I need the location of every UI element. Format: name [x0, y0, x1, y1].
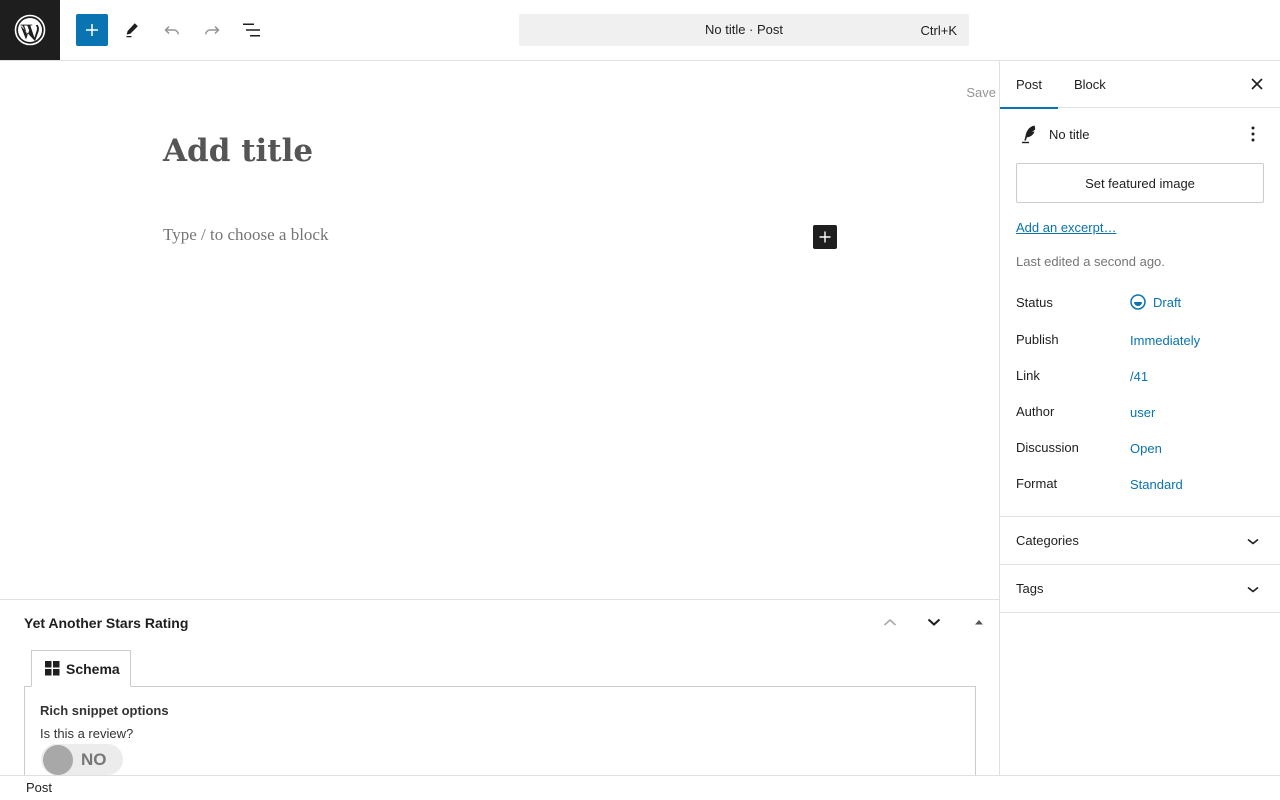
- tab-schema-label: Schema: [66, 660, 120, 677]
- pencil-icon: [126, 23, 138, 38]
- redo-button[interactable]: [196, 14, 228, 46]
- author-label: Author: [1016, 404, 1055, 419]
- discussion-value[interactable]: Open: [1130, 441, 1162, 456]
- yasr-metabox: Yet Another Stars Rating Schema Rich sni…: [0, 599, 999, 775]
- wordpress-logo[interactable]: [0, 0, 60, 60]
- format-label: Format: [1016, 476, 1058, 491]
- status-button[interactable]: Draft: [1130, 294, 1181, 310]
- post-title-input[interactable]: Add title: [163, 133, 313, 169]
- link-value[interactable]: /41: [1130, 369, 1148, 384]
- undo-button[interactable]: [156, 14, 188, 46]
- chevron-down-icon: [1247, 538, 1259, 545]
- plus-icon: [819, 231, 831, 243]
- settings-sidebar: Post Block No title Set featured image A…: [999, 61, 1280, 775]
- wordpress-icon: [14, 14, 46, 46]
- toggle-label: NO: [81, 750, 107, 769]
- command-shortcut: Ctrl+K: [920, 23, 957, 38]
- is-review-toggle[interactable]: NO: [41, 744, 123, 775]
- list-view-icon: [243, 23, 260, 37]
- block-placeholder[interactable]: Type / to choose a block: [163, 225, 328, 245]
- feather-icon: [1022, 125, 1036, 144]
- tools-button[interactable]: [116, 14, 148, 46]
- command-bar[interactable]: No title · Post Ctrl+K: [519, 14, 969, 46]
- inline-add-block-button[interactable]: [813, 225, 837, 249]
- tab-block[interactable]: Block: [1058, 61, 1122, 108]
- tab-schema[interactable]: Schema: [31, 650, 131, 687]
- chevron-down-icon: [1247, 586, 1259, 593]
- sidebar-tabs: Post Block: [1000, 61, 1280, 109]
- close-sidebar-button[interactable]: [1245, 72, 1269, 96]
- grid-icon: [45, 661, 60, 676]
- move-down-button[interactable]: [922, 610, 946, 634]
- tags-panel[interactable]: Tags: [1000, 564, 1280, 612]
- author-value[interactable]: user: [1130, 405, 1155, 420]
- document-title: No title · Post: [704, 22, 784, 37]
- caret-up-icon: [975, 620, 983, 625]
- status-label: Status: [1016, 295, 1053, 310]
- categories-panel[interactable]: Categories: [1000, 516, 1280, 564]
- editor-footer: Post: [0, 775, 1280, 800]
- chevron-up-icon: [883, 618, 897, 626]
- post-actions-button[interactable]: [1241, 122, 1265, 146]
- publish-label: Publish: [1016, 332, 1059, 347]
- format-value[interactable]: Standard: [1130, 477, 1183, 492]
- list-view-button[interactable]: [236, 14, 268, 46]
- draft-status-icon: [1130, 294, 1146, 310]
- status-value: Draft: [1153, 294, 1182, 310]
- toggle-panel-button[interactable]: [967, 610, 991, 634]
- tags-panel-title: Tags: [1016, 581, 1044, 596]
- categories-panel-title: Categories: [1016, 533, 1079, 548]
- post-summary-title: No title: [1049, 127, 1090, 142]
- last-edited-text: Last edited a second ago.: [1016, 254, 1165, 269]
- panel-divider: [1000, 612, 1280, 613]
- more-vertical-icon: [1251, 126, 1255, 142]
- editor-header: No title · Post Ctrl+K: [0, 0, 1280, 61]
- editor-canvas: Save Add title Type / to choose a block: [0, 61, 999, 599]
- link-label: Link: [1016, 368, 1040, 383]
- plus-icon: [86, 24, 98, 36]
- rich-snippet-heading: Rich snippet options: [40, 703, 169, 718]
- discussion-label: Discussion: [1016, 440, 1079, 455]
- chevron-down-icon: [927, 618, 941, 626]
- save-draft-button[interactable]: Save: [966, 85, 996, 100]
- redo-icon: [205, 25, 220, 35]
- add-excerpt-link[interactable]: Add an excerpt…: [1016, 220, 1116, 235]
- schema-panel: Rich snippet options Is this a review? N…: [24, 686, 976, 775]
- metabox-title: Yet Another Stars Rating: [24, 615, 189, 631]
- review-question: Is this a review?: [40, 726, 134, 741]
- toggle-knob: [43, 745, 73, 775]
- tab-post[interactable]: Post: [1000, 61, 1058, 109]
- block-inserter-button[interactable]: [76, 14, 108, 46]
- publish-value[interactable]: Immediately: [1130, 333, 1200, 348]
- breadcrumb[interactable]: Post: [26, 780, 52, 795]
- close-icon: [1251, 78, 1263, 90]
- move-up-button[interactable]: [878, 610, 902, 634]
- undo-icon: [164, 25, 179, 35]
- set-featured-image-button[interactable]: Set featured image: [1016, 163, 1264, 203]
